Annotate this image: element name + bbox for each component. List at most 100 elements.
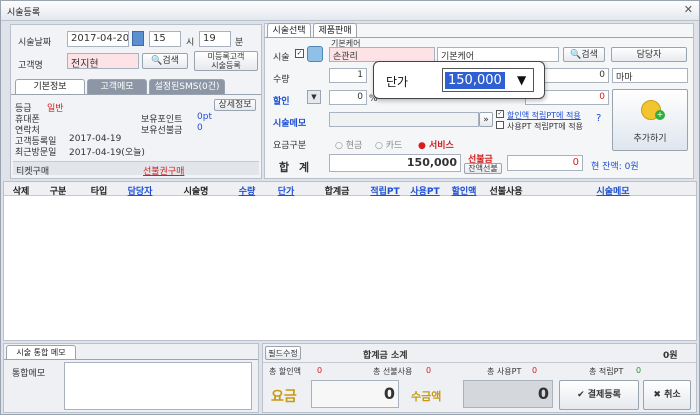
combined-memo-label: 통합메모 bbox=[12, 369, 46, 379]
add-button-label: 추가하기 bbox=[633, 134, 667, 144]
col-discount[interactable]: 할인액 bbox=[446, 184, 482, 197]
col-memo[interactable]: 시술메모 bbox=[530, 184, 696, 197]
discount-field[interactable]: 0 bbox=[329, 90, 367, 105]
total-earned-pt-value: 0 bbox=[636, 366, 642, 375]
tab-client-memo[interactable]: 고객메모 bbox=[87, 79, 147, 94]
client-label: 고객명 bbox=[18, 61, 43, 71]
total-used-pt-label: 총 사용PT bbox=[487, 367, 522, 376]
col-prepaid-use[interactable]: 선불사용 bbox=[484, 184, 528, 197]
tab-basic-info[interactable]: 기본정보 bbox=[15, 79, 85, 94]
last-visit-label: 최근방문일 bbox=[15, 148, 57, 158]
title-bar: 시술등록 ✕ bbox=[1, 1, 699, 21]
unregistered-client-button[interactable]: 미등록고객 시술등록 bbox=[194, 51, 258, 71]
date-label: 시술날짜 bbox=[18, 38, 52, 48]
discount-dropdown-icon[interactable]: ▼ bbox=[307, 90, 321, 104]
col-kind[interactable]: 타입 bbox=[80, 184, 118, 197]
unit-price-label: 단가 bbox=[386, 75, 409, 89]
last-visit-value: 2017-04-19(오늘) bbox=[69, 148, 145, 158]
ticket-label: 티켓구매 bbox=[16, 167, 50, 177]
prepay-amount[interactable]: 0 bbox=[507, 155, 583, 171]
prepaid-value: 0 bbox=[197, 123, 203, 133]
quantity-label: 수량 bbox=[273, 75, 290, 85]
received-amount[interactable]: 0 bbox=[463, 380, 553, 408]
pay-card-radio[interactable]: ○ 카드 bbox=[375, 138, 402, 151]
treatment-item-select[interactable]: 기본케어 bbox=[437, 47, 559, 62]
pay-service-radio[interactable]: ● 서비스 bbox=[418, 138, 454, 151]
treatment-grid: 삭제 구분 타입 담당자 시술명 수량 단가 합계금 적립PT 사용PT 할인액… bbox=[3, 181, 697, 341]
edit-fields-button[interactable]: 필드수정 bbox=[265, 346, 301, 360]
treatment-search-button[interactable]: 🔍검색 bbox=[563, 47, 605, 62]
client-panel: 시술날짜 2017-04-20 15 시 19 분 고객명 전지현 🔍검색 미등… bbox=[10, 24, 262, 179]
chevron-down-icon[interactable]: ▼ bbox=[517, 73, 526, 87]
date-field[interactable]: 2017-04-20 bbox=[67, 31, 129, 47]
help-icon[interactable]: ? bbox=[596, 113, 601, 124]
total-label: 합 계 bbox=[279, 161, 313, 174]
close-icon[interactable]: ✕ bbox=[684, 3, 693, 16]
treatment-picker-icon[interactable] bbox=[307, 46, 323, 62]
points-value: 0pt bbox=[197, 112, 212, 122]
tab-combined-memo[interactable]: 시술 통합 메모 bbox=[6, 345, 76, 359]
subtotal-value: 0원 bbox=[663, 351, 678, 361]
total-field: 150,000 bbox=[329, 154, 461, 172]
divider bbox=[263, 362, 696, 363]
staff-button[interactable]: 담당자 bbox=[611, 47, 687, 62]
category-select[interactable]: 손관리 bbox=[329, 47, 435, 62]
col-earned-pt[interactable]: 적립PT bbox=[366, 184, 404, 197]
client-name-field[interactable]: 전지현 bbox=[67, 53, 139, 69]
window-title: 시술등록 bbox=[7, 8, 41, 18]
discount-pt-label: 할인액 적립PT에 적용 bbox=[507, 111, 581, 120]
tab-product-sale[interactable]: 제품판매 bbox=[313, 23, 357, 37]
tab-divider bbox=[11, 94, 261, 95]
minute-select[interactable]: 19 bbox=[199, 31, 231, 47]
treatment-checkbox[interactable]: ✓ bbox=[295, 49, 304, 58]
col-staff[interactable]: 담당자 bbox=[120, 184, 160, 197]
summary-panel: 필드수정 합계금 소계 0원 총 할인액 0 총 선불사용 0 총 사용PT 0… bbox=[262, 343, 697, 413]
payment-register-button[interactable]: ✔ 결제등록 bbox=[559, 380, 639, 410]
fee-amount: 0 bbox=[311, 380, 399, 408]
client-search-button[interactable]: 🔍검색 bbox=[142, 53, 188, 69]
total-used-pt-value: 0 bbox=[532, 366, 538, 375]
unit-price-select[interactable]: 150,000 ▼ bbox=[442, 68, 534, 92]
prepay-balance-button[interactable]: 잔액선불 bbox=[464, 163, 502, 174]
col-type[interactable]: 구분 bbox=[38, 184, 78, 197]
treatment-label: 시술 bbox=[273, 53, 290, 63]
col-total[interactable]: 합계금 bbox=[310, 184, 364, 197]
calendar-icon[interactable] bbox=[132, 31, 144, 46]
total-discount-value: 0 bbox=[317, 366, 323, 375]
pay-type-label: 요금구분 bbox=[273, 141, 307, 151]
total-prepaid-value: 0 bbox=[426, 366, 432, 375]
received-label: 수금액 bbox=[411, 390, 442, 403]
col-used-pt[interactable]: 사용PT bbox=[406, 184, 444, 197]
total-earned-pt-label: 총 적립PT bbox=[589, 367, 624, 376]
memo-label: 시술메모 bbox=[273, 119, 307, 129]
treatment-memo-field[interactable] bbox=[329, 112, 479, 127]
tab-treatment[interactable]: 시술선택 bbox=[267, 23, 311, 37]
grade-value: 일반 bbox=[47, 104, 64, 114]
window: 시술등록 ✕ 시술날짜 2017-04-20 15 시 19 분 고객명 전지현… bbox=[0, 0, 700, 415]
reg-date-value: 2017-04-19 bbox=[69, 134, 122, 144]
hour-select[interactable]: 15 bbox=[149, 31, 181, 47]
used-pt-checkbox[interactable] bbox=[496, 121, 504, 129]
total-discount-label: 총 할인액 bbox=[269, 367, 301, 376]
staff-select[interactable]: 마마 bbox=[612, 68, 688, 83]
cancel-button[interactable]: ✖ 취소 bbox=[643, 380, 691, 410]
used-pt-label: 사용PT 적립PT에 적용 bbox=[507, 122, 584, 131]
balance-text: 현 잔액: 0원 bbox=[591, 162, 639, 172]
fee-label: 요금 bbox=[271, 389, 297, 405]
add-button[interactable]: + 추가하기 bbox=[612, 89, 688, 151]
memo-panel: 시술 통합 메모 통합메모 bbox=[3, 343, 259, 413]
combined-memo-field[interactable] bbox=[64, 362, 252, 410]
col-unit-price[interactable]: 단가 bbox=[264, 184, 308, 197]
col-delete[interactable]: 삭제 bbox=[6, 184, 36, 197]
discount-label: 할인 bbox=[273, 97, 290, 107]
col-qty[interactable]: 수량 bbox=[232, 184, 262, 197]
detail-info-button[interactable]: 상세정보 bbox=[214, 99, 256, 111]
tab-sms[interactable]: 설정된SMS(0건) bbox=[149, 79, 225, 94]
pay-cash-radio[interactable]: ○ 현금 bbox=[335, 138, 362, 151]
ticket-purchase-link[interactable]: 선불권구매 bbox=[143, 164, 184, 177]
discount-pt-checkbox[interactable]: ✓ bbox=[496, 110, 504, 118]
memo-expand-button[interactable]: » bbox=[479, 112, 493, 127]
quantity-field[interactable]: 1 bbox=[329, 68, 367, 83]
col-treatment-name[interactable]: 시술명 bbox=[162, 184, 230, 197]
minute-unit: 분 bbox=[235, 38, 244, 48]
